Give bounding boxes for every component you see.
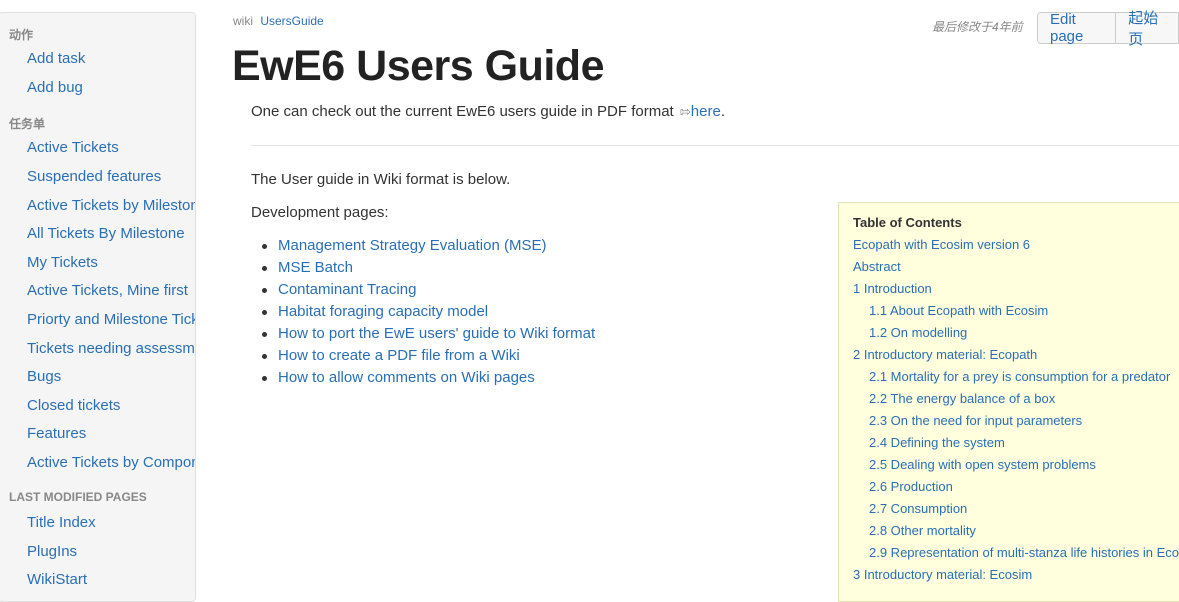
- toc-item[interactable]: 2.3 On the need for input parameters: [869, 413, 1082, 428]
- intro-paragraph: One can check out the current EwE6 users…: [251, 103, 725, 120]
- sidebar-item-my-tickets[interactable]: My Tickets: [27, 254, 98, 271]
- sidebar-item-active-by-milestone[interactable]: Active Tickets by Milestone: [27, 197, 195, 214]
- external-link-icon: ⇰: [679, 104, 691, 119]
- list-item: Management Strategy Evaluation (MSE): [260, 235, 595, 257]
- toc-item[interactable]: 1 Introduction: [853, 281, 932, 296]
- divider: [251, 145, 1179, 146]
- sidebar-item-add-bug[interactable]: Add bug: [27, 79, 83, 96]
- sidebar-item-features[interactable]: Features: [27, 425, 86, 442]
- breadcrumb-root[interactable]: wiki: [233, 14, 253, 28]
- start-page-button[interactable]: 起始页: [1116, 10, 1179, 48]
- toc-item[interactable]: 2 Introductory material: Ecopath: [853, 347, 1037, 362]
- sidebar-item-needing-assessment[interactable]: Tickets needing assessment: [27, 340, 195, 357]
- dev-page-link[interactable]: How to create a PDF file from a Wiki: [278, 347, 520, 364]
- last-modified-text[interactable]: 最后修改于4年前: [932, 18, 1023, 35]
- sidebar-item-wikistart[interactable]: WikiStart: [27, 571, 87, 588]
- sidebar: 动作 Add task Add bug 任务单 Active Tickets S…: [0, 12, 196, 602]
- toc-item[interactable]: 2.2 The energy balance of a box: [869, 391, 1055, 406]
- dev-page-link[interactable]: How to allow comments on Wiki pages: [278, 369, 535, 386]
- sidebar-heading-actions: 动作: [9, 28, 34, 42]
- toc-title: Table of Contents: [853, 215, 962, 230]
- toc-item[interactable]: 2.5 Dealing with open system problems: [869, 457, 1096, 472]
- wiki-format-text: The User guide in Wiki format is below.: [251, 171, 511, 188]
- list-item: Habitat foraging capacity model: [260, 301, 595, 323]
- page-actions: Edit page 起始页: [1037, 10, 1179, 48]
- sidebar-item-mine-first[interactable]: Active Tickets, Mine first: [27, 282, 188, 299]
- toc-item[interactable]: 2.6 Production: [869, 479, 953, 494]
- pdf-here-link[interactable]: here: [691, 103, 721, 120]
- breadcrumb-page[interactable]: UsersGuide: [260, 14, 323, 28]
- table-of-contents: Table of Contents Ecopath with Ecosim ve…: [838, 202, 1179, 602]
- toc-item[interactable]: 1.2 On modelling: [869, 325, 967, 340]
- page-title: EwE6 Users Guide: [232, 42, 605, 90]
- edit-page-button[interactable]: Edit page: [1037, 11, 1117, 45]
- dev-page-link[interactable]: How to port the EwE users' guide to Wiki…: [278, 325, 595, 342]
- dev-pages-list: Management Strategy Evaluation (MSE) MSE…: [260, 235, 595, 389]
- sidebar-item-by-component[interactable]: Active Tickets by Component: [27, 454, 195, 471]
- toc-item[interactable]: 2.7 Consumption: [869, 501, 967, 516]
- sidebar-item-active-tickets[interactable]: Active Tickets: [27, 139, 119, 156]
- sidebar-item-plugins[interactable]: PlugIns: [27, 543, 77, 560]
- sidebar-item-suspended-features[interactable]: Suspended features: [27, 168, 161, 185]
- list-item: How to create a PDF file from a Wiki: [260, 345, 595, 367]
- toc-item[interactable]: 2.1 Mortality for a prey is consumption …: [869, 369, 1170, 384]
- toc-item[interactable]: Abstract: [853, 259, 901, 274]
- toc-item[interactable]: 1.1 About Ecopath with Ecosim: [869, 303, 1048, 318]
- sidebar-item-title-index[interactable]: Title Index: [27, 514, 96, 531]
- sidebar-item-add-task[interactable]: Add task: [27, 50, 85, 67]
- toc-item[interactable]: 2.9 Representation of multi-stanza life …: [869, 545, 1179, 560]
- dev-page-link[interactable]: Contaminant Tracing: [278, 281, 416, 298]
- sidebar-item-closed-tickets[interactable]: Closed tickets: [27, 397, 120, 414]
- dev-pages-label: Development pages:: [251, 204, 389, 221]
- dev-page-link[interactable]: Habitat foraging capacity model: [278, 303, 488, 320]
- list-item: How to port the EwE users' guide to Wiki…: [260, 323, 595, 345]
- intro-period: .: [720, 103, 725, 120]
- toc-item[interactable]: 2.4 Defining the system: [869, 435, 1005, 450]
- sidebar-heading-tickets: 任务单: [9, 117, 46, 131]
- sidebar-heading-last-modified: LAST MODIFIED PAGES: [9, 490, 147, 504]
- sidebar-item-priority-milestone[interactable]: Priorty and Milestone Tickets: [27, 311, 195, 328]
- toc-item[interactable]: 3 Introductory material: Ecosim: [853, 567, 1032, 582]
- list-item: How to allow comments on Wiki pages: [260, 367, 595, 389]
- sidebar-item-all-by-milestone[interactable]: All Tickets By Milestone: [27, 225, 185, 242]
- toc-item[interactable]: 2.8 Other mortality: [869, 523, 976, 538]
- toc-item[interactable]: Ecopath with Ecosim version 6: [853, 237, 1030, 252]
- dev-page-link[interactable]: Management Strategy Evaluation (MSE): [278, 237, 546, 254]
- sidebar-item-bugs[interactable]: Bugs: [27, 368, 61, 385]
- intro-text: One can check out the current EwE6 users…: [251, 103, 678, 120]
- dev-page-link[interactable]: MSE Batch: [278, 259, 353, 276]
- breadcrumb: wiki UsersGuide: [233, 14, 324, 28]
- list-item: MSE Batch: [260, 257, 595, 279]
- list-item: Contaminant Tracing: [260, 279, 595, 301]
